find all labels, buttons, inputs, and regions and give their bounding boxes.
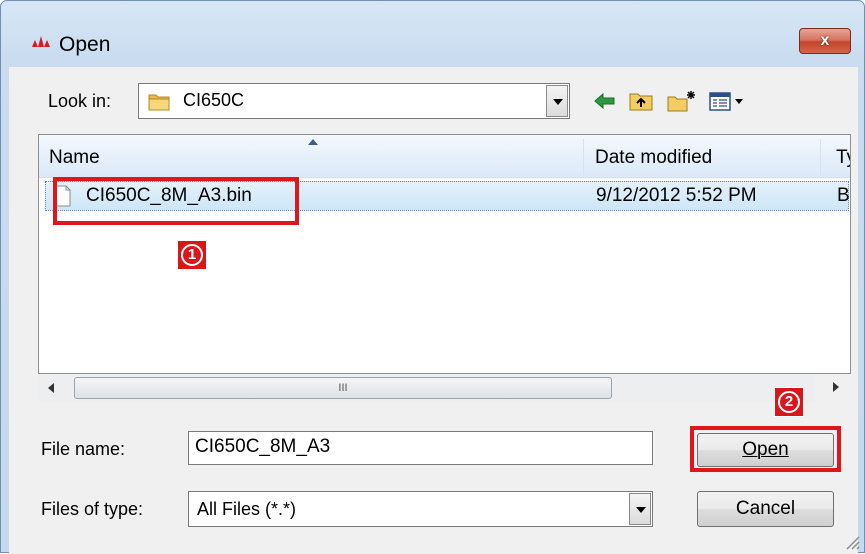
horizontal-scrollbar[interactable]: III — [38, 374, 815, 402]
scroll-left-icon[interactable] — [46, 382, 56, 394]
cancel-button-label: Cancel — [735, 498, 796, 519]
file-name-input[interactable]: CI650C_8M_A3 — [188, 431, 653, 465]
column-header-type[interactable]: Ty — [836, 135, 850, 177]
files-of-type-value: All Files (*.*) — [197, 499, 297, 519]
date-modified-cell: 9/12/2012 5:52 PM — [596, 185, 757, 206]
step-badge-1: 1 — [177, 240, 207, 270]
look-in-label: Look in: — [48, 91, 112, 111]
resize-grip-icon[interactable] — [841, 531, 861, 551]
close-button[interactable]: x — [799, 28, 851, 54]
file-list[interactable]: Name Date modified Ty CI650C_8M_A3.bin 9… — [38, 134, 851, 374]
views-menu-icon[interactable] — [707, 89, 747, 113]
sort-ascending-icon — [308, 139, 318, 145]
files-of-type-select[interactable]: All Files (*.*) — [188, 491, 653, 527]
column-header-name[interactable]: Name — [49, 135, 100, 177]
step-badge-2: 2 — [774, 387, 804, 417]
new-folder-icon[interactable] — [665, 89, 697, 113]
step-badge-2-number: 2 — [778, 391, 800, 413]
look-in-folder-name: CI650C — [183, 90, 245, 110]
highlight-file-box — [53, 177, 299, 225]
up-folder-icon[interactable] — [627, 89, 655, 113]
files-of-type-label: Files of type: — [41, 499, 144, 519]
scroll-thumb[interactable]: III — [74, 377, 612, 399]
files-of-type-dropdown-arrow[interactable] — [629, 493, 651, 525]
scroll-grip: III — [338, 382, 348, 394]
cancel-button[interactable]: Cancel — [697, 491, 834, 527]
column-header-date-modified[interactable]: Date modified — [595, 135, 712, 177]
highlight-open-button-box — [690, 426, 841, 472]
step-badge-1-number: 1 — [181, 244, 203, 266]
window-title: Open — [59, 33, 111, 56]
look-in-dropdown-arrow[interactable] — [546, 85, 568, 117]
type-cell: BI — [837, 185, 850, 206]
back-arrow-icon[interactable] — [592, 89, 618, 113]
title-bar[interactable]: Open x — [1, 1, 864, 56]
app-logo-icon — [32, 36, 50, 47]
column-divider[interactable] — [583, 139, 584, 175]
folder-icon — [148, 94, 170, 111]
file-name-label: File name: — [41, 439, 126, 459]
close-icon: x — [820, 32, 830, 49]
column-divider[interactable] — [820, 139, 821, 175]
open-dialog: Open x Look in: CI650C Name Date modifie… — [0, 0, 865, 554]
file-list-header: Name Date modified Ty — [39, 135, 850, 178]
scroll-right-icon[interactable] — [831, 381, 841, 393]
look-in-combo[interactable]: CI650C — [138, 83, 570, 119]
